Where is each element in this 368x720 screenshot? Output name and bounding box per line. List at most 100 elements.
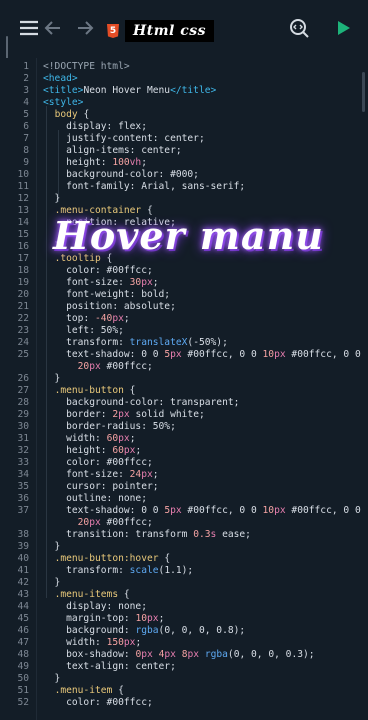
code-line[interactable]: 46 background: rgba(0, 0, 0, 0.8); — [0, 625, 368, 637]
play-icon[interactable] — [331, 16, 355, 40]
code-line[interactable]: 9 height: 100vh; — [0, 157, 368, 169]
scrollbar-thumb[interactable] — [362, 72, 365, 112]
code-line[interactable]: 27 .menu-button { — [0, 385, 368, 397]
line-number: 45 — [17, 613, 29, 624]
code-line[interactable]: 20px #00ffcc; — [0, 517, 368, 529]
code-line[interactable]: 48 box-shadow: 0px 4px 8px rgba(0, 0, 0,… — [0, 649, 368, 661]
code-line[interactable]: 3 <title>Neon Hover Menu</title> — [0, 85, 368, 97]
code-line[interactable]: 29 border: 2px solid white; — [0, 409, 368, 421]
line-number: 37 — [17, 505, 29, 516]
line-number: 39 — [17, 541, 29, 552]
code-line[interactable]: 22 top: -40px; — [0, 313, 368, 325]
code-line[interactable]: 7 justify-content: center; — [0, 133, 368, 145]
line-number: 25 — [17, 349, 29, 360]
line-number: 34 — [17, 469, 29, 480]
code-text: outline: none; — [66, 493, 147, 504]
code-line[interactable]: 24 transform: translateX(-50%); — [0, 337, 368, 349]
code-text: background-color: #000; — [66, 169, 199, 180]
code-text: font-family: Arial, sans-serif; — [66, 181, 246, 192]
code-line[interactable]: 41 transform: scale(1.1); — [0, 565, 368, 577]
line-number: 7 — [23, 133, 29, 144]
code-line[interactable]: 23 left: 50%; — [0, 325, 368, 337]
code-line[interactable]: 25 text-shadow: 0 0 5px #00ffcc, 0 0 10p… — [0, 349, 368, 361]
line-number: 13 — [17, 205, 29, 216]
code-line[interactable]: 5 body { — [0, 109, 368, 121]
code-line[interactable]: 10 background-color: #000; — [0, 169, 368, 181]
line-number: 8 — [23, 145, 29, 156]
code-line[interactable]: 26 } — [0, 373, 368, 385]
code-text: background: rgba(0, 0, 0, 0.8); — [66, 625, 246, 636]
code-line[interactable]: 39 } — [0, 541, 368, 553]
code-line[interactable]: 18 color: #00ffcc; — [0, 265, 368, 277]
line-number: 41 — [17, 565, 29, 576]
code-line[interactable]: 1 <!DOCTYPE html> — [0, 61, 368, 73]
line-number: 2 — [23, 73, 29, 84]
code-line[interactable]: 20 font-weight: bold; — [0, 289, 368, 301]
line-number: 47 — [17, 637, 29, 648]
code-editor[interactable]: 1 <!DOCTYPE html> 2 <head> 3 <title>Neon Hove… — [0, 58, 368, 720]
code-line[interactable]: 36 outline: none; — [0, 493, 368, 505]
arrow-right-icon[interactable] — [73, 16, 97, 40]
line-number: 15 — [17, 229, 29, 240]
code-line[interactable]: 8 align-items: center; — [0, 145, 368, 157]
line-number: 52 — [17, 697, 29, 708]
code-text: color: #00ffcc; — [66, 697, 153, 708]
line-number: 29 — [17, 409, 29, 420]
code-text: .menu-item { — [54, 685, 124, 696]
code-line[interactable]: 45 margin-top: 10px; — [0, 613, 368, 625]
code-line[interactable]: 20px #00ffcc; — [0, 361, 368, 373]
code-text: top: -40px; — [66, 313, 130, 324]
code-line[interactable]: 44 display: none; — [0, 601, 368, 613]
code-line[interactable]: 34 font-size: 24px; — [0, 469, 368, 481]
code-text: font-size: 24px; — [66, 469, 159, 480]
code-line[interactable]: 28 background-color: transparent; — [0, 397, 368, 409]
code-line[interactable]: 42 } — [0, 577, 368, 589]
line-number: 4 — [23, 97, 29, 108]
code-text: 20px #00ffcc; — [77, 361, 153, 372]
code-text: } — [43, 373, 61, 384]
code-text: transform: scale(1.1); — [66, 565, 194, 576]
arrow-left-icon[interactable] — [41, 16, 65, 40]
code-line[interactable]: 49 text-align: center; — [0, 661, 368, 673]
code-line[interactable]: 30 border-radius: 50%; — [0, 421, 368, 433]
line-number: 24 — [17, 337, 29, 348]
line-number: 20 — [17, 289, 29, 300]
code-line[interactable]: 50 } — [0, 673, 368, 685]
code-line[interactable]: 47 width: 150px; — [0, 637, 368, 649]
line-number: 1 — [23, 61, 29, 72]
code-text: text-shadow: 0 0 5px #00ffcc, 0 0 10px #… — [66, 349, 361, 360]
code-line[interactable]: 43 .menu-items { — [0, 589, 368, 601]
code-line[interactable]: 6 display: flex; — [0, 121, 368, 133]
code-line[interactable]: 2 <head> — [0, 73, 368, 85]
code-text: font-size: 30px; — [66, 277, 159, 288]
line-number: 38 — [17, 529, 29, 540]
line-number: 23 — [17, 325, 29, 336]
line-number: 18 — [17, 265, 29, 276]
code-line[interactable]: 52 color: #00ffcc; — [0, 697, 368, 709]
hamburger-icon[interactable] — [17, 16, 41, 40]
code-line[interactable]: 19 font-size: 30px; — [0, 277, 368, 289]
code-line[interactable]: 38 transition: transform 0.3s ease; — [0, 529, 368, 541]
code-line[interactable]: 32 height: 60px; — [0, 445, 368, 457]
code-text: align-items: center; — [66, 145, 182, 156]
line-number: 3 — [23, 85, 29, 96]
code-line[interactable]: 51 .menu-item { — [0, 685, 368, 697]
code-text: position: absolute; — [66, 301, 176, 312]
code-line[interactable]: 21 position: absolute; — [0, 301, 368, 313]
code-line[interactable]: 37 text-shadow: 0 0 5px #00ffcc, 0 0 10p… — [0, 505, 368, 517]
code-line[interactable]: 33 color: #00ffcc; — [0, 457, 368, 469]
code-line[interactable]: 40 .menu-button:hover { — [0, 553, 368, 565]
video-overlay-title: Hover manu — [53, 213, 324, 258]
code-line[interactable]: 12 } — [0, 193, 368, 205]
code-line[interactable]: 11 font-family: Arial, sans-serif; — [0, 181, 368, 193]
code-text: <head> — [43, 73, 78, 84]
code-line[interactable]: 31 width: 60px; — [0, 433, 368, 445]
code-line[interactable]: 4 <style> — [0, 97, 368, 109]
line-number: 26 — [17, 373, 29, 384]
line-number: 42 — [17, 577, 29, 588]
search-code-icon[interactable] — [287, 16, 311, 40]
code-line[interactable]: 35 cursor: pointer; — [0, 481, 368, 493]
code-text: box-shadow: 0px 4px 8px rgba(0, 0, 0, 0.… — [66, 649, 315, 660]
line-number: 32 — [17, 445, 29, 456]
file-tab[interactable]: 5 Html css — [101, 19, 222, 43]
